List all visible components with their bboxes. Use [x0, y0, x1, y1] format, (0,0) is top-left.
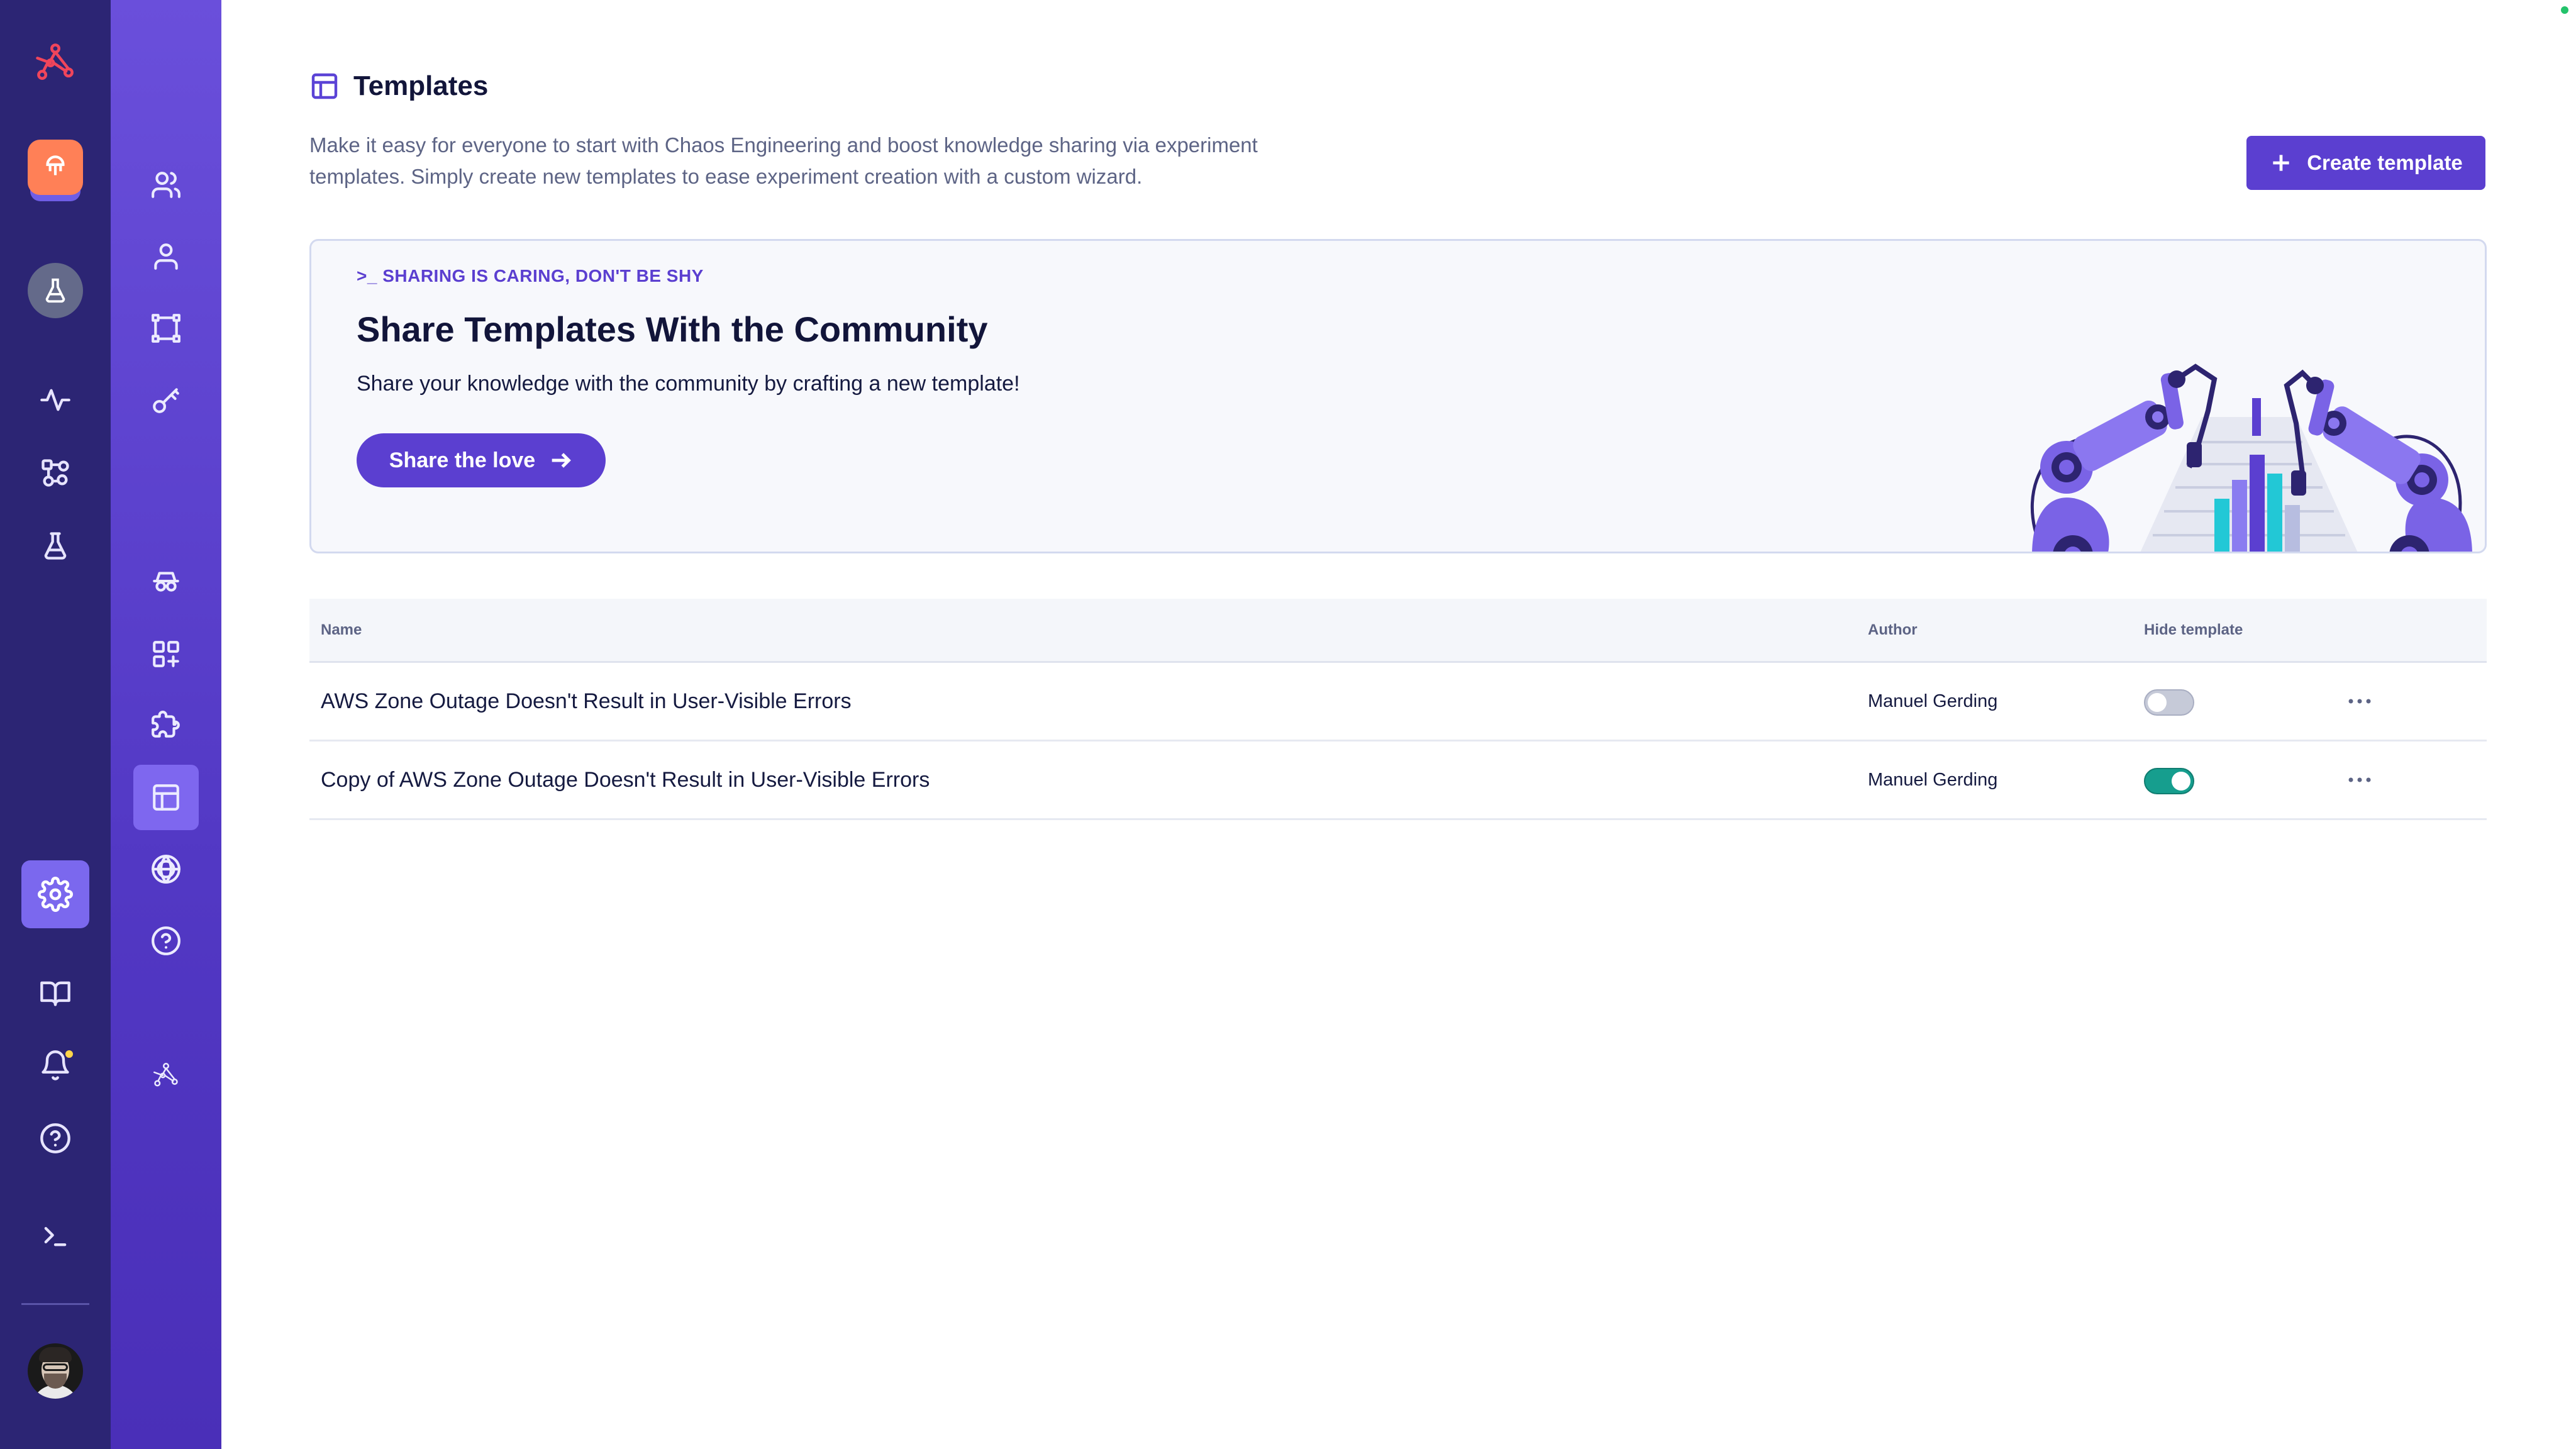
agents-icon[interactable]: [133, 550, 199, 615]
divider: [21, 1303, 89, 1305]
notification-badge: [64, 1049, 74, 1059]
template-name[interactable]: AWS Zone Outage Doesn't Result in User-V…: [321, 663, 852, 740]
page-description: Make it easy for everyone to start with …: [309, 133, 1258, 188]
environments-icon[interactable]: [133, 296, 199, 361]
team-icon[interactable]: [28, 140, 83, 195]
explore-icon[interactable]: [0, 440, 111, 506]
page-header: Templates: [309, 70, 488, 102]
create-template-label: Create template: [2307, 151, 2463, 174]
templates-table: Name Author Hide template AWS Zone Outag…: [309, 599, 2487, 820]
logo-icon[interactable]: [0, 30, 111, 96]
help-icon[interactable]: [0, 1106, 111, 1171]
users-icon[interactable]: [133, 224, 199, 289]
templates-icon[interactable]: [133, 765, 199, 830]
plus-icon: [2273, 155, 2289, 171]
more-options-icon[interactable]: [2341, 741, 2379, 818]
community-banner: >_ SHARING IS CARING, DON'T BE SHY Share…: [309, 239, 2487, 553]
arrow-right-icon: [552, 453, 572, 468]
share-the-love-button[interactable]: Share the love: [357, 433, 606, 487]
template-name[interactable]: Copy of AWS Zone Outage Doesn't Result i…: [321, 741, 930, 818]
settings-sidebar: [111, 0, 221, 1449]
support-icon[interactable]: [133, 908, 199, 974]
hide-template-toggle[interactable]: [2144, 689, 2194, 716]
robot-arms-illustration: [2030, 364, 2472, 552]
status-dot: [2561, 6, 2568, 14]
column-header-author[interactable]: Author: [1868, 621, 1918, 639]
column-header-name[interactable]: Name: [321, 621, 362, 639]
hub-icon[interactable]: [133, 836, 199, 902]
banner-eyebrow: >_ SHARING IS CARING, DON'T BE SHY: [357, 266, 704, 286]
template-author: Manuel Gerding: [1868, 769, 1998, 790]
share-button-label: Share the love: [389, 448, 536, 472]
table-row[interactable]: Copy of AWS Zone Outage Doesn't Result i…: [309, 741, 2487, 820]
terminal-icon[interactable]: [0, 1202, 111, 1268]
app: Templates Make it easy for everyone to s…: [0, 0, 2576, 1449]
column-header-hide-template[interactable]: Hide template: [2144, 621, 2243, 639]
primary-sidebar: [0, 0, 111, 1449]
templates-icon: [311, 73, 338, 99]
banner-text: Share your knowledge with the community …: [357, 372, 1020, 396]
hide-template-toggle[interactable]: [2144, 768, 2194, 794]
banner-title: Share Templates With the Community: [357, 309, 988, 349]
environment-icon[interactable]: [28, 263, 83, 318]
main-content: Templates Make it easy for everyone to s…: [221, 0, 2576, 1449]
integrations-icon[interactable]: [133, 621, 199, 687]
extensions-icon[interactable]: [133, 693, 199, 758]
avatar[interactable]: [28, 1343, 83, 1399]
activity-icon[interactable]: [0, 367, 111, 433]
more-options-icon[interactable]: [2341, 663, 2379, 740]
settings-icon[interactable]: [21, 860, 89, 928]
api-tokens-icon[interactable]: [133, 367, 199, 433]
notifications-icon[interactable]: [0, 1033, 111, 1098]
teams-icon[interactable]: [133, 152, 199, 218]
page-title: Templates: [353, 70, 489, 101]
table-header: Name Author Hide template: [309, 599, 2487, 663]
create-template-button[interactable]: Create template: [2246, 136, 2485, 190]
experiments-icon[interactable]: [0, 513, 111, 579]
table-row[interactable]: AWS Zone Outage Doesn't Result in User-V…: [309, 663, 2487, 741]
docs-icon[interactable]: [0, 960, 111, 1025]
logo-icon[interactable]: [133, 1043, 199, 1108]
template-author: Manuel Gerding: [1868, 691, 1998, 711]
